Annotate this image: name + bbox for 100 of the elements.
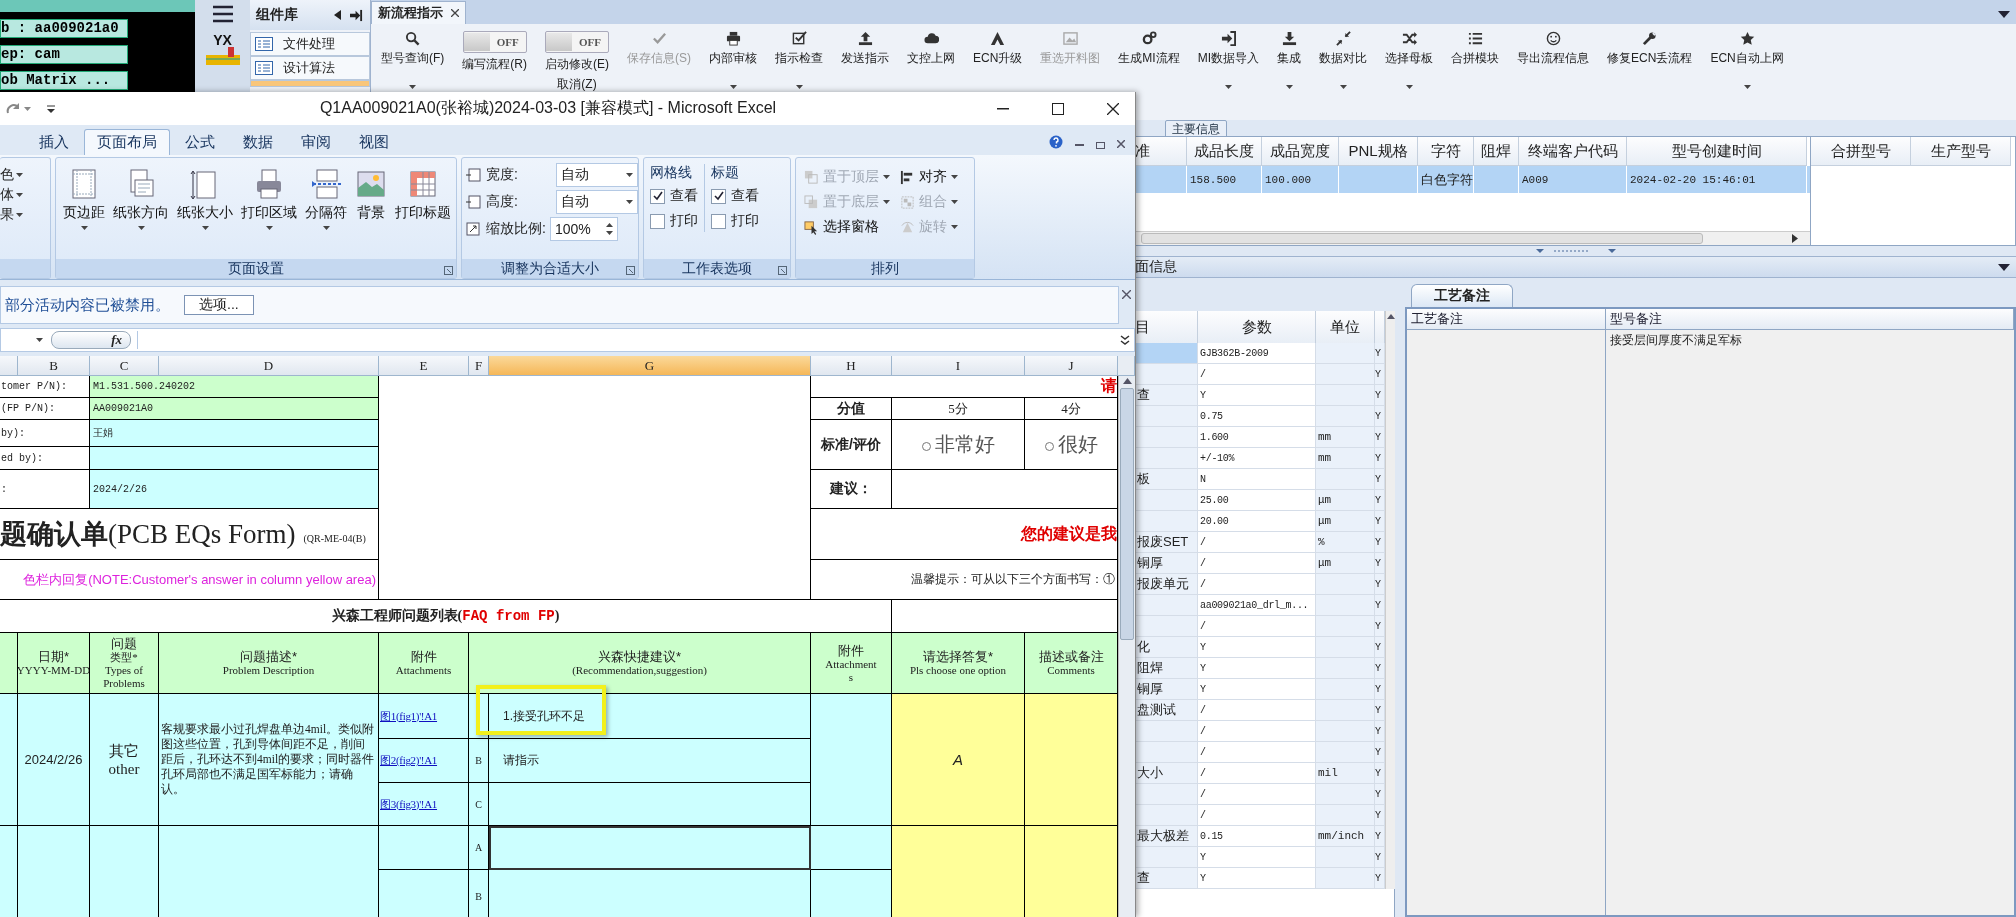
- document-tab[interactable]: 新流程指示: [371, 1, 466, 24]
- checkbox[interactable]: [711, 188, 726, 204]
- spin-field[interactable]: 100%: [549, 217, 618, 241]
- column-header[interactable]: 准: [1135, 137, 1187, 166]
- column-header[interactable]: 型号创建时间: [1627, 137, 1807, 166]
- hyperlink[interactable]: 图1(fig1)'!A1: [380, 708, 438, 724]
- restore-icon[interactable]: [1096, 141, 1105, 149]
- checkbox[interactable]: [711, 213, 726, 229]
- toolbar-button[interactable]: ECN自动上网: [1702, 28, 1792, 92]
- ribbon-button[interactable]: 背景: [352, 166, 390, 224]
- toolbar-button[interactable]: 型号查询(F): [373, 28, 453, 92]
- column-header[interactable]: 生产型号: [1911, 137, 2011, 166]
- panel-item[interactable]: 设计算法: [250, 56, 370, 80]
- scrollbar-thumb[interactable]: [1120, 388, 1134, 640]
- table-cell[interactable]: [1135, 364, 1198, 385]
- ribbon-tab[interactable]: 公式: [172, 129, 228, 155]
- toggle-switch[interactable]: OFF: [545, 31, 609, 53]
- toggle-switch[interactable]: OFF: [462, 31, 527, 53]
- table-cell[interactable]: 报废单元: [1135, 574, 1198, 595]
- table-cell[interactable]: 查: [1135, 385, 1198, 406]
- table-cell[interactable]: [1135, 742, 1198, 763]
- function-button[interactable]: fx: [51, 331, 131, 349]
- minimize-icon[interactable]: [1075, 144, 1084, 147]
- back-icon[interactable]: [334, 10, 341, 20]
- column-header[interactable]: 合拼型号: [1811, 137, 1911, 166]
- ribbon-item[interactable]: 果: [0, 206, 14, 224]
- close-icon[interactable]: [451, 9, 459, 17]
- toolbar-button[interactable]: 指示检查: [767, 28, 831, 92]
- toolbar-button[interactable]: 生成MI流程: [1110, 28, 1188, 92]
- caret-icon[interactable]: [1998, 263, 2010, 271]
- dialog-launcher-icon[interactable]: [778, 266, 787, 275]
- table-cell[interactable]: [1135, 448, 1198, 469]
- column-header[interactable]: G: [489, 356, 811, 376]
- ribbon-tab[interactable]: 审阅: [288, 129, 344, 155]
- splitter-handle[interactable]: [1535, 248, 1616, 254]
- hyperlink[interactable]: 图2(fig2)'!A1: [380, 753, 438, 768]
- table-cell[interactable]: 铜厚: [1135, 553, 1198, 574]
- column-header[interactable]: 参数: [1198, 311, 1316, 344]
- table-cell[interactable]: [1135, 721, 1198, 742]
- table-cell[interactable]: [1135, 427, 1198, 448]
- ribbon-button[interactable]: 纸张方向: [110, 166, 172, 232]
- table-cell[interactable]: [1135, 805, 1198, 826]
- table-cell[interactable]: [1135, 343, 1198, 364]
- table-cell[interactable]: [1135, 847, 1198, 868]
- checkbox[interactable]: [650, 213, 665, 229]
- table-cell[interactable]: 化: [1135, 637, 1198, 658]
- notes-tab[interactable]: 工艺备注: [1411, 284, 1513, 307]
- scrollbar[interactable]: [1118, 376, 1135, 917]
- ribbon-tab[interactable]: 插入: [26, 129, 82, 155]
- toolbar-button[interactable]: 发送指示: [833, 28, 897, 92]
- ribbon-button[interactable]: 打印标题: [392, 166, 454, 224]
- toolbar-button[interactable]: 文控上网: [899, 28, 963, 92]
- table-row[interactable]: 158.500 100.000 白色字符 A009 2024-02-20 15:46:01: [1135, 166, 1810, 193]
- dropdown-field[interactable]: 自动: [556, 163, 638, 187]
- scrollbar[interactable]: [1135, 231, 1810, 245]
- table-cell[interactable]: [1135, 490, 1198, 511]
- ribbon-item[interactable]: 色: [0, 166, 14, 184]
- toolbar-button[interactable]: MI数据导入: [1189, 28, 1268, 92]
- toolbar-button[interactable]: 数据对比: [1311, 28, 1376, 92]
- column-header[interactable]: 型号备注: [1606, 309, 2014, 330]
- column-header[interactable]: 工艺备注: [1407, 309, 1606, 330]
- column-header[interactable]: 成品长度: [1187, 137, 1262, 166]
- ribbon-button[interactable]: 选择窗格: [804, 216, 890, 238]
- options-button[interactable]: 选项...: [184, 295, 254, 315]
- sign-in-icon[interactable]: [349, 8, 364, 22]
- toolbar-button[interactable]: ECN升级: [965, 28, 1031, 92]
- ribbon-button[interactable]: 页边距: [60, 166, 108, 232]
- ribbon-tab[interactable]: 页面布局: [84, 129, 170, 155]
- dropdown-field[interactable]: 自动: [556, 190, 638, 214]
- ribbon-button[interactable]: 分隔符: [302, 166, 350, 232]
- table-cell[interactable]: 报废SET: [1135, 532, 1198, 553]
- selected-cell[interactable]: [489, 826, 811, 870]
- column-header[interactable]: 终端客户代码: [1519, 137, 1627, 166]
- table-cell[interactable]: 铜厚: [1135, 679, 1198, 700]
- table-cell[interactable]: [1135, 616, 1198, 637]
- ribbon-button[interactable]: 纸张大小: [174, 166, 236, 232]
- table-cell[interactable]: 查: [1135, 868, 1198, 889]
- caret-icon[interactable]: [1998, 11, 2010, 18]
- scroll-right-icon[interactable]: [1792, 234, 1798, 243]
- close-icon[interactable]: [1117, 140, 1125, 148]
- table-cell[interactable]: 阻焊: [1135, 658, 1198, 679]
- column-header[interactable]: 成品宽度: [1262, 137, 1339, 166]
- table-cell[interactable]: 大小: [1135, 763, 1198, 784]
- toolbar-button[interactable]: 集成: [1269, 28, 1310, 92]
- ribbon-button[interactable]: 打印区域: [238, 166, 300, 232]
- checkbox[interactable]: [650, 188, 665, 204]
- table-cell[interactable]: 盘测试: [1135, 700, 1198, 721]
- column-header[interactable]: PNL规格: [1339, 137, 1418, 166]
- ribbon-tab[interactable]: 数据: [230, 129, 286, 155]
- table-cell[interactable]: [1135, 406, 1198, 427]
- dialog-launcher-icon[interactable]: [626, 266, 635, 275]
- scrollbar[interactable]: [1385, 311, 1395, 889]
- spinner-icon[interactable]: [605, 223, 613, 235]
- column-header[interactable]: 字符: [1418, 137, 1474, 166]
- column-header[interactable]: 目: [1135, 311, 1198, 344]
- toolbar-button[interactable]: 合拼模块: [1443, 28, 1508, 92]
- table-cell[interactable]: [1135, 784, 1198, 805]
- table-cell[interactable]: 板: [1135, 469, 1198, 490]
- scroll-up-icon[interactable]: [1122, 378, 1132, 384]
- close-icon[interactable]: [1122, 290, 1131, 299]
